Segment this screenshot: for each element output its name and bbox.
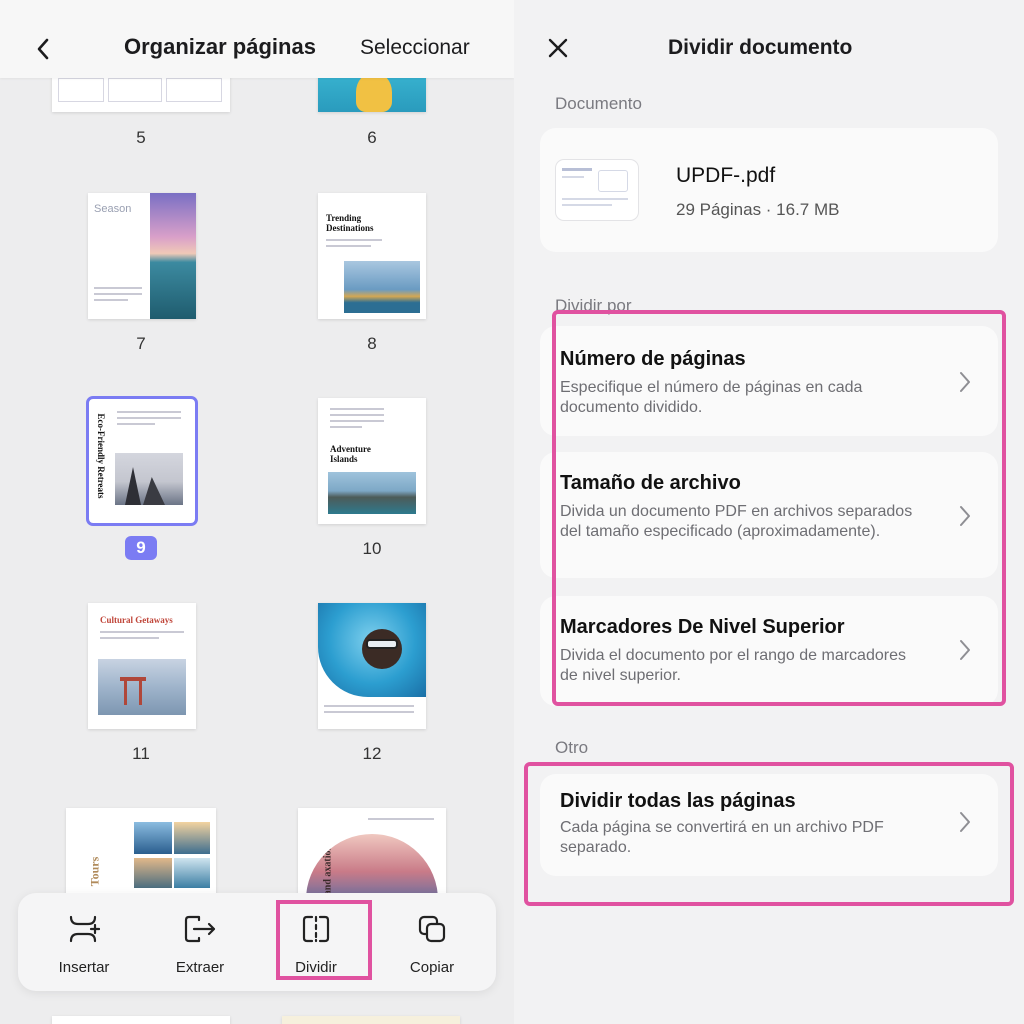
insert-label: Insertar bbox=[58, 959, 110, 976]
page-thumbnail-9[interactable]: Eco-Friendly Retreats bbox=[86, 396, 198, 526]
page-number-12: 12 bbox=[362, 744, 382, 763]
island-image bbox=[344, 261, 420, 313]
page-thumbnail-16[interactable] bbox=[282, 1016, 460, 1024]
page-text-lines bbox=[117, 411, 181, 429]
insert-button[interactable]: Insertar bbox=[34, 911, 134, 976]
section-label-document: Documento bbox=[555, 94, 642, 113]
chevron-left-icon bbox=[37, 38, 49, 60]
page-number-6: 6 bbox=[367, 128, 377, 147]
page-number-7: 7 bbox=[136, 334, 146, 353]
page-text-lines bbox=[100, 631, 184, 643]
extract-label: Extraer bbox=[175, 959, 225, 976]
page-thumbnail-15[interactable] bbox=[52, 1016, 230, 1024]
page-thumbnail-7[interactable]: Season bbox=[88, 193, 196, 319]
select-button[interactable]: Seleccionar bbox=[360, 36, 470, 60]
page-heading-10: Adventure Islands bbox=[330, 444, 371, 464]
page-thumbnail-10[interactable]: Adventure Islands bbox=[318, 398, 426, 524]
split-document-screen: Dividir documento Documento UPDF-.pdf 29… bbox=[514, 0, 1024, 1024]
beach-image bbox=[174, 822, 210, 854]
beach-image bbox=[174, 858, 210, 888]
page-heading-8: Trending Destinations bbox=[326, 213, 374, 233]
page-text-lines bbox=[326, 239, 382, 251]
page-number-8: 8 bbox=[367, 334, 377, 353]
page-number-5: 5 bbox=[136, 128, 146, 147]
extract-button[interactable]: Extraer bbox=[150, 911, 250, 976]
page-thumbnail-11[interactable]: Cultural Getaways bbox=[88, 603, 196, 729]
close-icon bbox=[548, 38, 568, 58]
diver-image bbox=[318, 603, 426, 697]
page-number-9-selected: 9 bbox=[125, 536, 157, 560]
split-all-pages-highlight bbox=[524, 762, 1014, 906]
page-title: Organizar páginas bbox=[124, 34, 316, 59]
page-text-lines bbox=[324, 705, 414, 717]
page-heading-7: Season bbox=[94, 203, 132, 215]
section-label-other: Otro bbox=[555, 738, 589, 757]
kayak-image bbox=[356, 72, 392, 112]
page-text-lines bbox=[330, 408, 384, 432]
torii-gate-image bbox=[98, 659, 186, 715]
page-text-lines bbox=[94, 287, 142, 305]
extract-icon bbox=[184, 915, 216, 943]
page-thumbnail-8[interactable]: Trending Destinations bbox=[318, 193, 426, 319]
mini-table-cell bbox=[108, 78, 162, 102]
mini-table-cell bbox=[166, 78, 222, 102]
page-title: Dividir documento bbox=[668, 36, 853, 59]
page-number-10: 10 bbox=[362, 539, 382, 558]
document-meta: 29 Páginas · 16.7 MB bbox=[676, 200, 840, 219]
back-button[interactable] bbox=[30, 34, 56, 64]
page-text-lines bbox=[368, 818, 434, 824]
close-button[interactable] bbox=[544, 34, 572, 62]
page-heading-9: Eco-Friendly Retreats bbox=[96, 413, 106, 499]
page-heading-11: Cultural Getaways bbox=[100, 615, 173, 625]
split-button-highlight bbox=[276, 900, 372, 980]
copy-button[interactable]: Copiar bbox=[382, 911, 482, 976]
beach-image bbox=[134, 858, 172, 888]
document-thumbnail bbox=[556, 160, 638, 220]
copy-icon bbox=[418, 915, 446, 943]
organize-pages-screen: 5 6 Season 7 Trending Destinations 8 Eco… bbox=[0, 0, 514, 1024]
insert-icon bbox=[69, 915, 100, 943]
beach-image bbox=[134, 822, 172, 854]
page-number-11: 11 bbox=[132, 744, 150, 763]
page-thumbnail-12[interactable] bbox=[318, 603, 426, 729]
arch-rock-image bbox=[328, 472, 416, 514]
sunset-image bbox=[150, 193, 196, 319]
document-card: UPDF-.pdf 29 Páginas · 16.7 MB bbox=[540, 128, 998, 252]
bottom-toolbar: Insertar Extraer Dividir Copiar bbox=[18, 893, 496, 991]
rocks-image bbox=[115, 453, 183, 505]
document-name: UPDF-.pdf bbox=[676, 164, 776, 187]
top-navigation-bar: Organizar páginas Seleccionar bbox=[0, 0, 514, 78]
copy-label: Copiar bbox=[409, 959, 455, 976]
split-by-options-highlight bbox=[552, 310, 1006, 706]
page-heading-13-partial: Tours bbox=[87, 856, 102, 887]
mini-table-cell bbox=[58, 78, 104, 102]
